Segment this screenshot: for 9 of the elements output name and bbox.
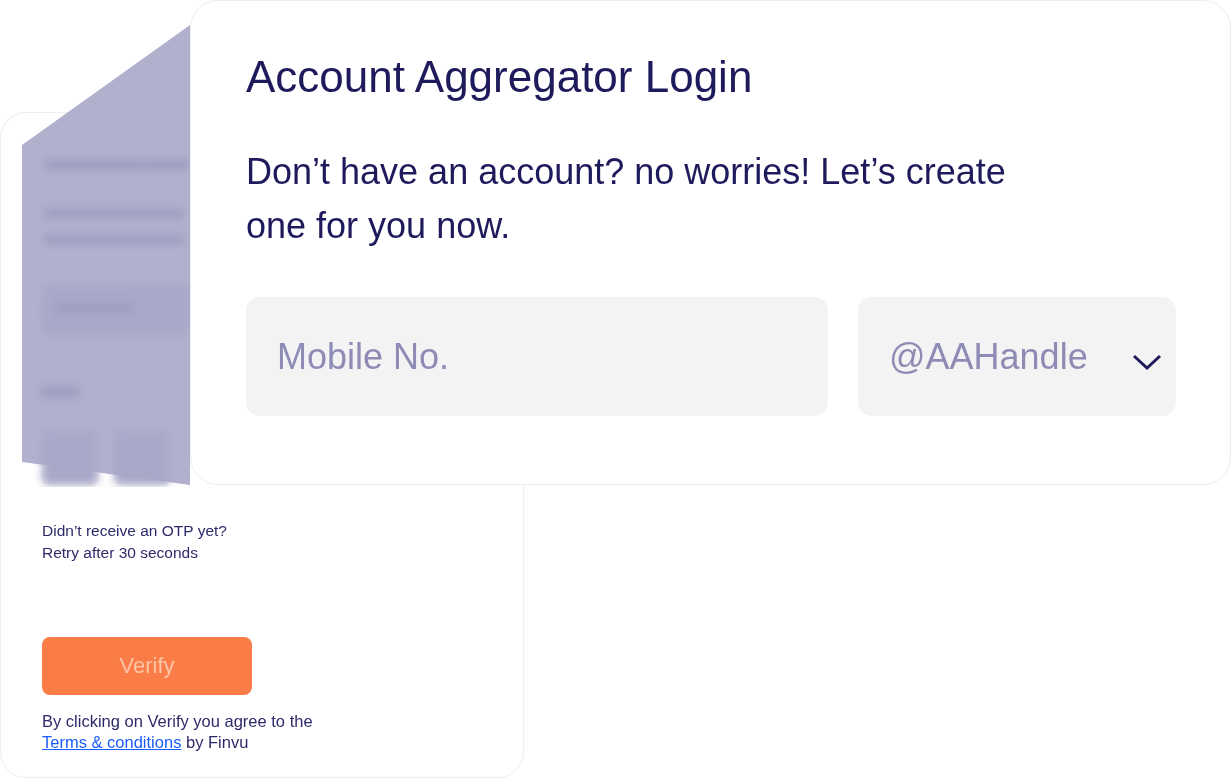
chevron-down-icon xyxy=(1132,353,1162,371)
mobile-field[interactable]: Mobile No. xyxy=(246,297,828,416)
login-subtitle: Don’t have an account? no worries! Let’s create one for you now. xyxy=(246,150,1007,248)
resend-text: Retry after 30 seconds xyxy=(42,543,199,563)
resend-text: Didn’t receive an OTP yet? xyxy=(42,521,228,541)
terms-text: By clicking on Verify you agree to the Terms & conditions by Finvu xyxy=(42,711,314,753)
terms-link[interactable]: Terms & conditions xyxy=(42,733,182,751)
login-title: Account Aggregator Login xyxy=(246,51,754,103)
handle-dropdown[interactable]: @AAHandle xyxy=(858,297,1176,416)
